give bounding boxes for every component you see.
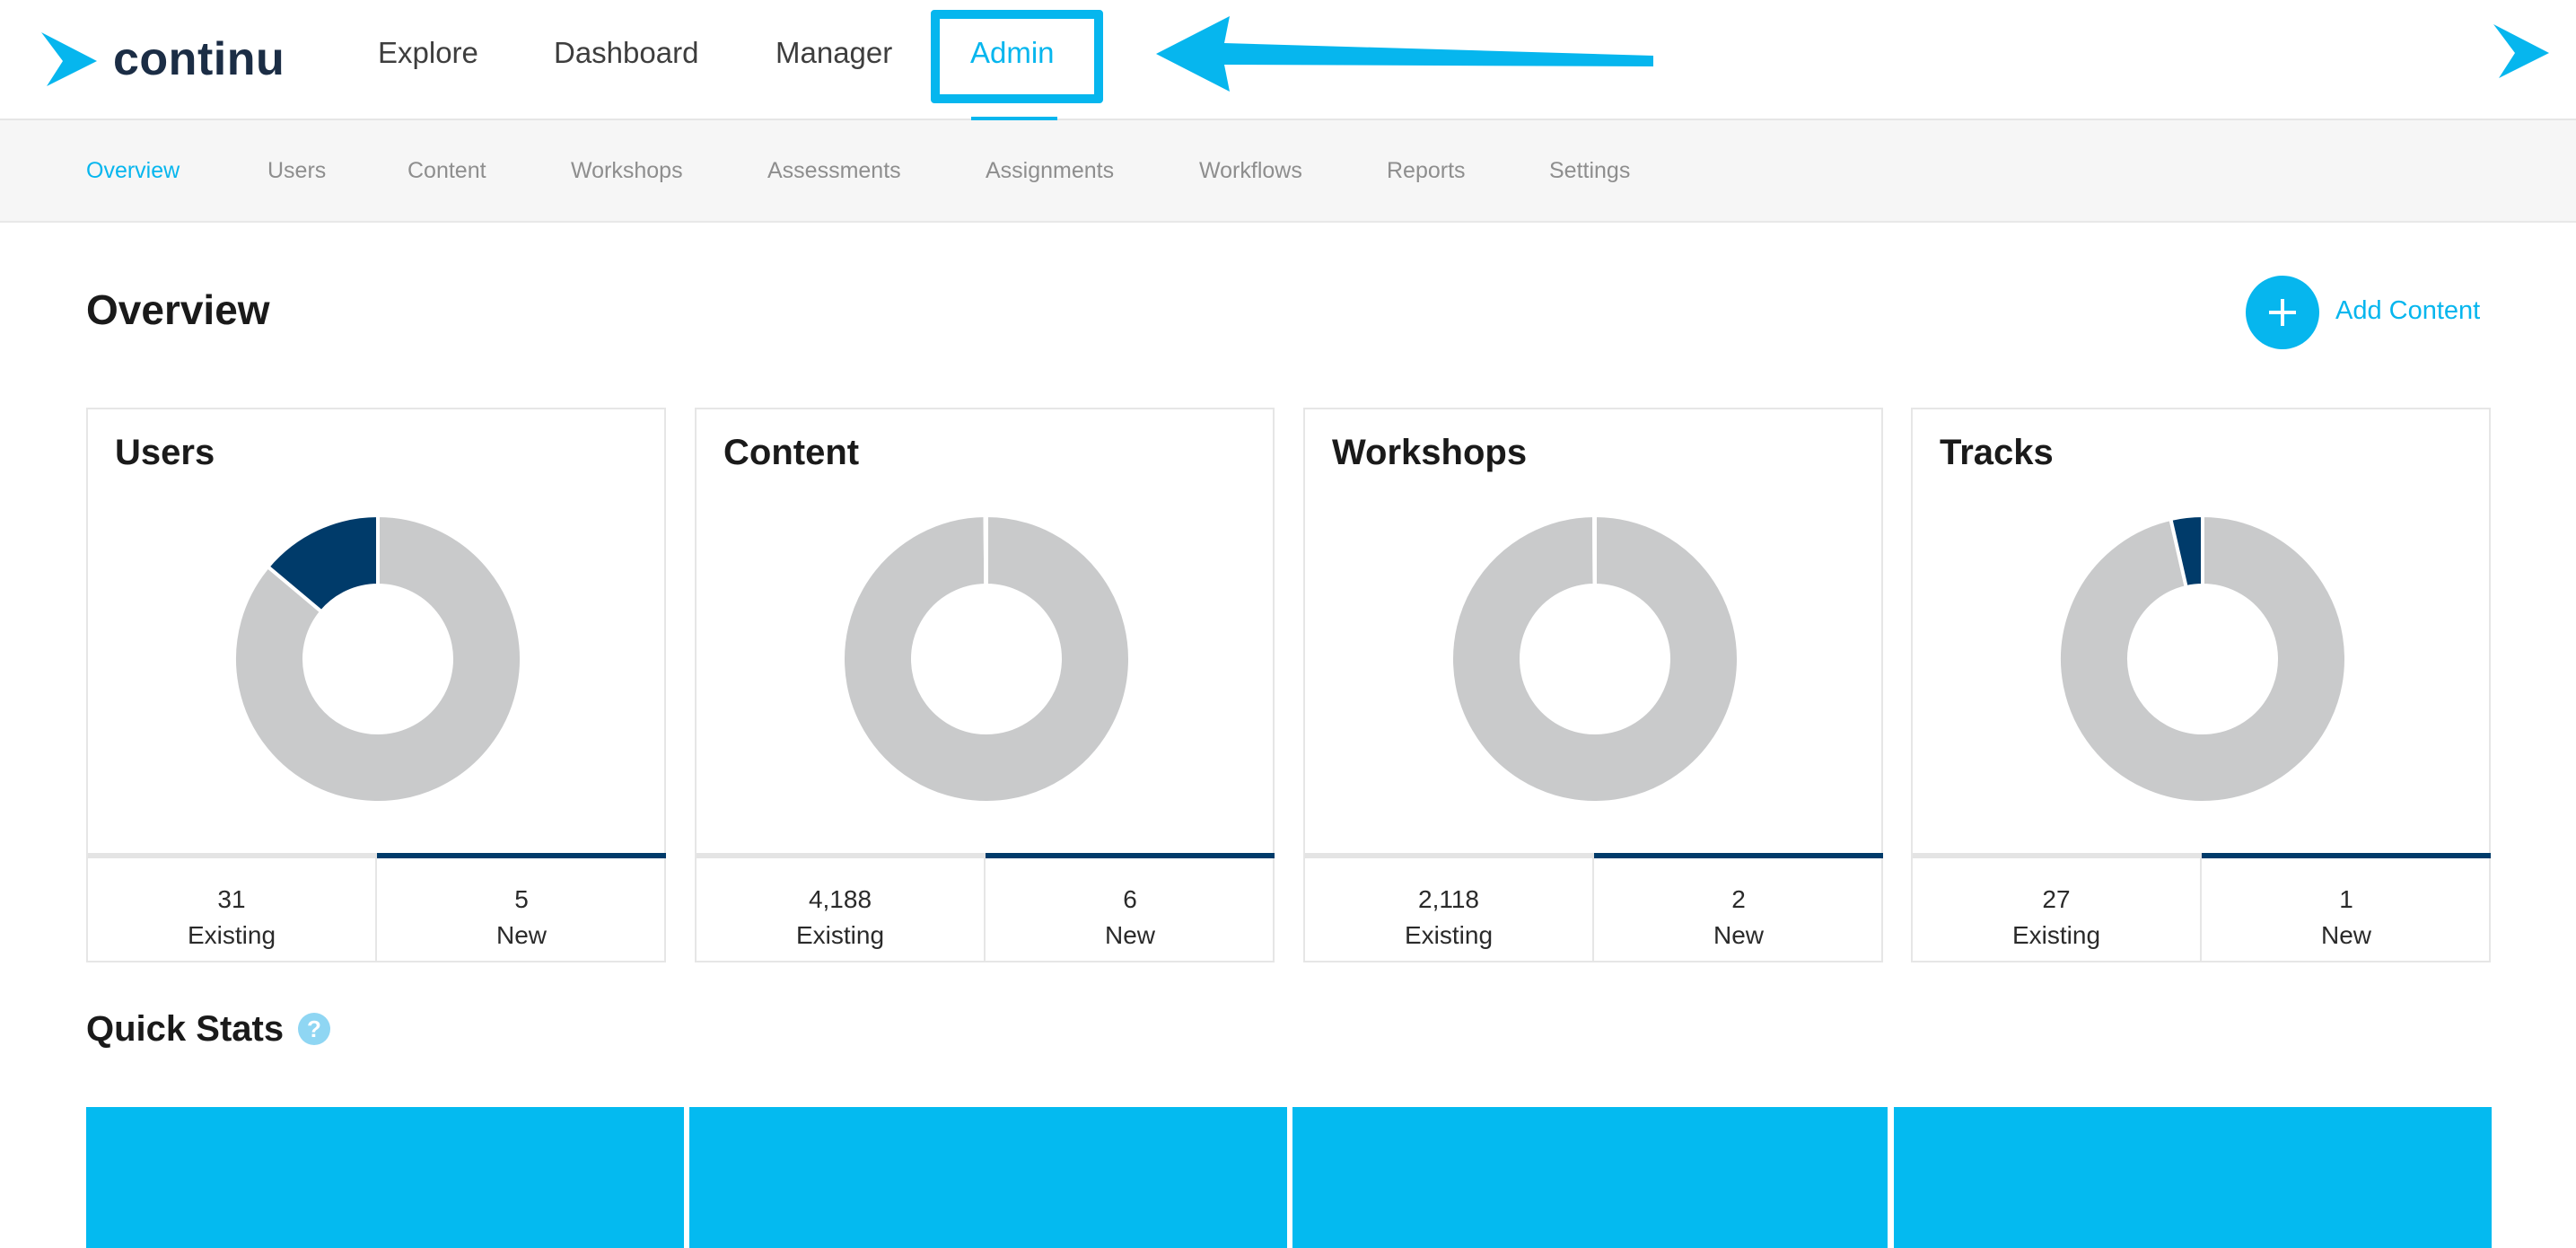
- subnav-content[interactable]: Content: [407, 158, 486, 184]
- card-title: Tracks: [1940, 433, 2054, 472]
- new-value: 1: [2339, 885, 2353, 913]
- users-card[interactable]: Users 31 Existing 5 New: [86, 408, 666, 962]
- continu-arrow-icon: [41, 32, 97, 86]
- admin-highlight-box: [931, 10, 1103, 103]
- new-label: New: [495, 921, 547, 949]
- new-stat: 5 New: [377, 858, 666, 962]
- subnav-settings[interactable]: Settings: [1549, 158, 1630, 184]
- new-stat: 2 New: [1594, 858, 1883, 962]
- add-content-button[interactable]: [2246, 276, 2319, 349]
- subnav-users[interactable]: Users: [267, 158, 326, 184]
- annotation-arrow-icon: [1156, 16, 1653, 92]
- existing-value: 31: [217, 885, 246, 913]
- existing-value: 4,188: [808, 885, 872, 913]
- existing-label: Existing: [2011, 921, 2101, 949]
- existing-label: Existing: [1404, 921, 1494, 949]
- new-value: 5: [514, 885, 529, 913]
- tracks-card[interactable]: Tracks 27 Existing 1 New: [1911, 408, 2491, 962]
- continu-logo[interactable]: continu: [39, 31, 285, 88]
- new-label: New: [1104, 921, 1155, 949]
- card-title: Users: [115, 433, 215, 472]
- existing-stat: 27 Existing: [1913, 858, 2202, 962]
- existing-stat: 2,118 Existing: [1305, 858, 1594, 962]
- quick-stats-title: Quick Stats: [86, 1009, 285, 1049]
- card-title: Workshops: [1332, 433, 1528, 472]
- new-value: 6: [1123, 885, 1137, 913]
- tracks-donut-chart: [2057, 513, 2348, 804]
- add-content-label[interactable]: Add Content: [2335, 296, 2480, 326]
- existing-value: 27: [2042, 885, 2071, 913]
- new-value: 2: [1731, 885, 1746, 913]
- existing-label: Existing: [795, 921, 885, 949]
- existing-value: 2,118: [1418, 885, 1479, 913]
- workshops-donut-chart: [1450, 513, 1740, 804]
- quick-stat-tile[interactable]: [1292, 1107, 1888, 1248]
- new-label: New: [1713, 921, 1764, 949]
- donut-slice-new: [1592, 513, 1597, 588]
- topnav-dashboard[interactable]: Dashboard: [554, 36, 698, 70]
- subnav-assessments[interactable]: Assessments: [767, 158, 901, 184]
- new-stat: 6 New: [986, 858, 1275, 962]
- subnav-overview[interactable]: Overview: [86, 158, 180, 184]
- topnav-explore[interactable]: Explore: [378, 36, 478, 70]
- page-title: Overview: [86, 286, 270, 333]
- subnav-workshops[interactable]: Workshops: [571, 158, 683, 184]
- quick-stat-tile[interactable]: [689, 1107, 1287, 1248]
- logo-text: continu: [113, 33, 285, 85]
- subnav-assignments[interactable]: Assignments: [986, 158, 1114, 184]
- card-title: Content: [723, 433, 860, 472]
- existing-stat: 4,188 Existing: [697, 858, 986, 962]
- subnav-reports[interactable]: Reports: [1387, 158, 1466, 184]
- new-label: New: [2320, 921, 2371, 949]
- help-icon[interactable]: ?: [298, 1013, 330, 1045]
- new-stat: 1 New: [2202, 858, 2491, 962]
- continu-corner-icon[interactable]: [2492, 22, 2551, 81]
- quick-stat-tile[interactable]: [1894, 1107, 2492, 1248]
- existing-label: Existing: [187, 921, 276, 949]
- content-card[interactable]: Content 4,188 Existing 6 New: [695, 408, 1275, 962]
- subnav-workflows[interactable]: Workflows: [1199, 158, 1302, 184]
- top-navigation-bar: continu Explore Dashboard Manager Admin: [0, 0, 2576, 120]
- quick-stat-tile[interactable]: [86, 1107, 684, 1248]
- admin-subnav: Overview Users Content Workshops Assessm…: [0, 120, 2576, 223]
- existing-stat: 31 Existing: [88, 858, 377, 962]
- topnav-manager[interactable]: Manager: [775, 36, 892, 70]
- plus-icon: [2269, 299, 2296, 326]
- users-donut-chart: [232, 513, 523, 804]
- workshops-card[interactable]: Workshops 2,118 Existing 2 New: [1303, 408, 1883, 962]
- content-donut-chart: [841, 513, 1132, 804]
